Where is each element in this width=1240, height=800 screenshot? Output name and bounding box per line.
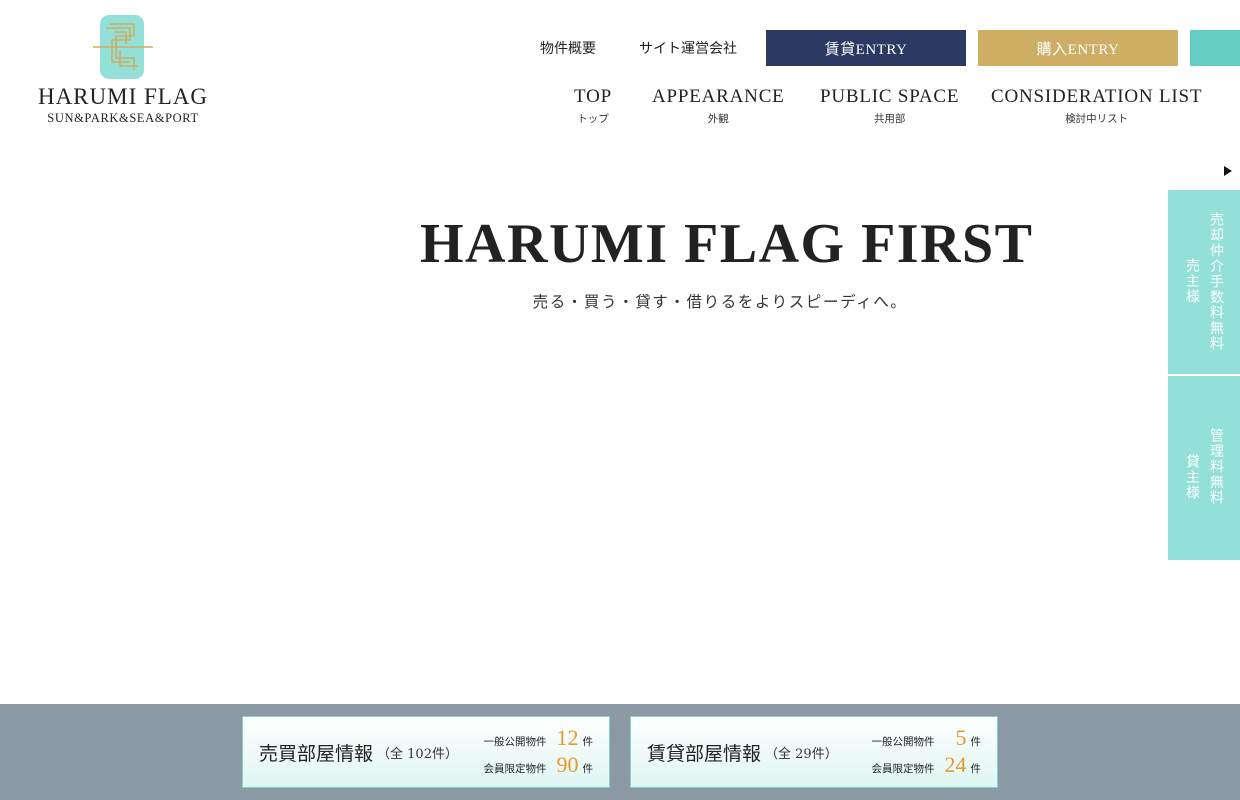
nav-public-space[interactable]: PUBLIC SPACE 共用部 (820, 86, 959, 126)
rent-member-unit: 件 (970, 763, 982, 775)
side-tab-seller-main: 売却仲介手数料無料 (1208, 212, 1224, 352)
rent-card-title: 賃貸部屋情報 (647, 742, 762, 765)
bottom-info-bar (0, 704, 1240, 800)
nav-public-space-label: PUBLIC SPACE (820, 86, 960, 107)
nav-top[interactable]: TOP トップ (574, 86, 612, 126)
buy-entry-button[interactable]: 購入ENTRY (978, 30, 1178, 66)
nav-top-sublabel: トップ (577, 113, 609, 125)
side-panel-toggle-icon[interactable] (1224, 166, 1232, 176)
extra-entry-button[interactable] (1190, 30, 1240, 66)
side-tab-landlord[interactable]: 管理料無料 貸主様 (1168, 376, 1240, 560)
side-tab-seller-sub: 売主様 (1184, 258, 1200, 305)
rent-public-count: 5 (955, 725, 967, 750)
nav-top-label: TOP (574, 86, 612, 107)
rent-card-total: （全 29件） (765, 746, 838, 762)
site-operator-link[interactable]: サイト運営会社 (639, 38, 737, 58)
property-overview-link[interactable]: 物件概要 (540, 38, 596, 58)
sale-room-info-card[interactable]: 売買部屋情報 （全 102件） 一般公開物件 12 件 会員限定物件 90 件 (242, 716, 610, 788)
rent-public-label: 一般公開物件 (871, 736, 935, 748)
nav-appearance[interactable]: APPEARANCE 外観 (652, 86, 785, 126)
side-tab-landlord-sub: 貸主様 (1184, 454, 1200, 501)
sale-public-label: 一般公開物件 (483, 736, 547, 748)
hero-subtitle: 売る・買う・貸す・借りるをよりスピーディへ。 (532, 293, 908, 311)
logo-mark-icon (93, 14, 153, 80)
sale-card-counts: 一般公開物件 12 件 会員限定物件 90 件 (484, 725, 594, 779)
sale-public-unit: 件 (582, 736, 594, 748)
side-tab-landlord-main: 管理料無料 (1208, 428, 1224, 506)
hero-title: HARUMI FLAG FIRST (420, 213, 1034, 275)
logo-subtitle: SUN&PARK&SEA&PORT (47, 111, 199, 125)
nav-appearance-label: APPEARANCE (652, 86, 785, 107)
rent-member-label: 会員限定物件 (871, 763, 935, 775)
rent-member-count: 24 (944, 752, 967, 777)
site-logo[interactable]: HARUMI FLAG SUN&PARK&SEA&PORT (28, 14, 218, 126)
nav-consideration-list-sublabel: 検討中リスト (1065, 113, 1129, 125)
rent-public-unit: 件 (970, 736, 982, 748)
sale-card-total: （全 102件） (377, 746, 458, 762)
sale-public-count: 12 (556, 725, 579, 750)
rent-room-info-card[interactable]: 賃貸部屋情報 （全 29件） 一般公開物件 5 件 会員限定物件 24 件 (630, 716, 998, 788)
sale-member-unit: 件 (582, 763, 594, 775)
logo-title: HARUMI FLAG (37, 84, 209, 109)
nav-consideration-list-label: CONSIDERATION LIST (991, 86, 1203, 107)
rent-card-counts: 一般公開物件 5 件 会員限定物件 24 件 (872, 725, 982, 779)
nav-appearance-sublabel: 外観 (707, 113, 729, 125)
sale-card-title: 売買部屋情報 (259, 742, 374, 765)
side-tab-seller[interactable]: 売却仲介手数料無料 売主様 (1168, 190, 1240, 374)
sale-member-label: 会員限定物件 (483, 763, 547, 775)
nav-consideration-list[interactable]: CONSIDERATION LIST 検討中リスト (991, 86, 1202, 126)
sale-member-count: 90 (556, 752, 579, 777)
nav-public-space-sublabel: 共用部 (873, 113, 906, 125)
rent-entry-button[interactable]: 賃貸ENTRY (766, 30, 966, 66)
